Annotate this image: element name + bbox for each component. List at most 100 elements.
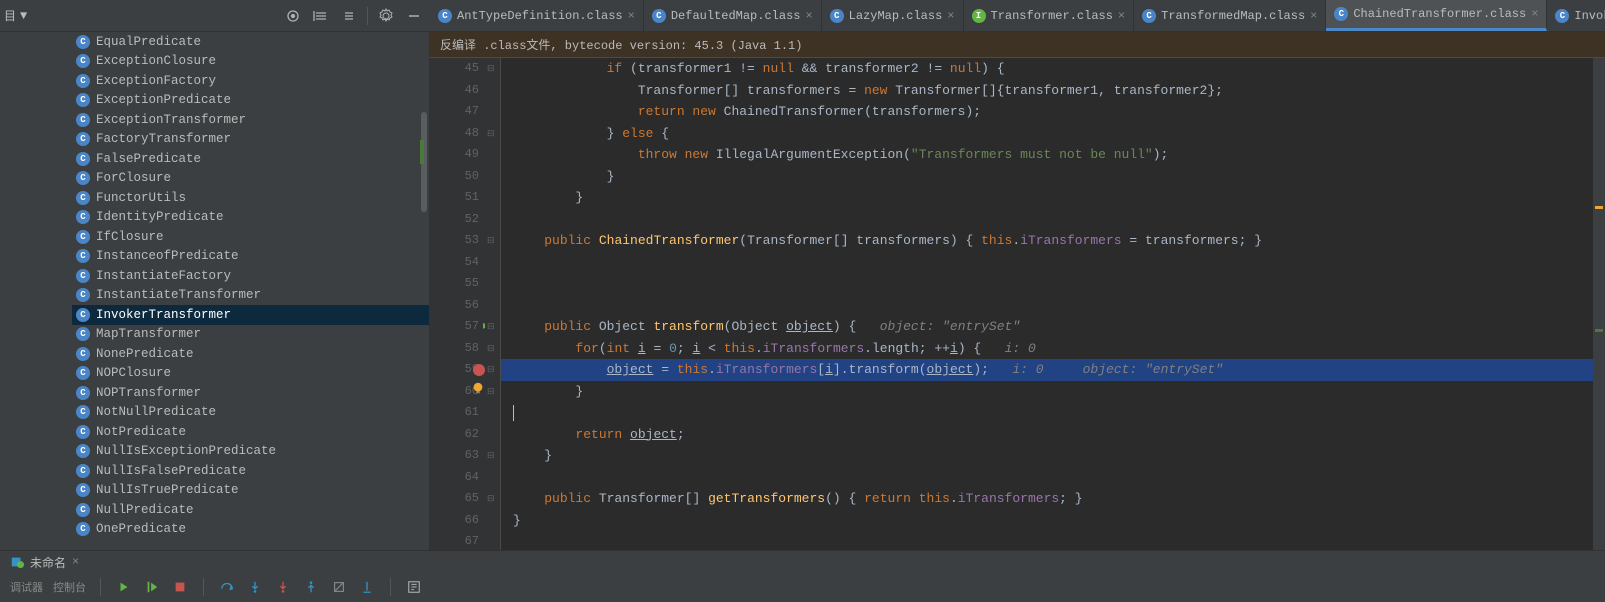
- tree-item[interactable]: CNullIsTruePredicate: [72, 481, 429, 501]
- close-icon[interactable]: ×: [805, 9, 812, 23]
- line-number[interactable]: 53: [430, 230, 479, 252]
- tree-item[interactable]: CNotPredicate: [72, 422, 429, 442]
- code-line[interactable]: [501, 209, 1605, 231]
- step-into-icon[interactable]: [246, 578, 264, 596]
- line-number[interactable]: 65: [430, 488, 479, 510]
- tree-item[interactable]: CInstantiateTransformer: [72, 286, 429, 306]
- tree-item[interactable]: CInvokerTransformer: [72, 305, 429, 325]
- code-line[interactable]: throw new IllegalArgumentException("Tran…: [501, 144, 1605, 166]
- stripe-warning-mark[interactable]: [1595, 206, 1603, 209]
- line-number[interactable]: 63: [430, 445, 479, 467]
- resume-icon[interactable]: [143, 578, 161, 596]
- close-icon[interactable]: ×: [1310, 9, 1317, 23]
- line-number[interactable]: 52: [430, 209, 479, 231]
- tree-item[interactable]: CNullPredicate: [72, 500, 429, 520]
- step-over-icon[interactable]: [218, 578, 236, 596]
- code-line[interactable]: public ChainedTransformer(Transformer[] …: [501, 230, 1605, 252]
- code-line[interactable]: return object;: [501, 424, 1605, 446]
- code-line[interactable]: for(int i = 0; i < this.iTransformers.le…: [501, 338, 1605, 360]
- fold-handle[interactable]: ⊟: [487, 322, 497, 332]
- fold-handle[interactable]: ⊟: [487, 344, 497, 354]
- tree-item[interactable]: CNullIsFalsePredicate: [72, 461, 429, 481]
- tree-item[interactable]: CFalsePredicate: [72, 149, 429, 169]
- line-number[interactable]: 58: [430, 338, 479, 360]
- code-line[interactable]: if (transformer1 != null && transformer2…: [501, 58, 1605, 80]
- fold-handle[interactable]: ⊟: [487, 236, 497, 246]
- tree-item[interactable]: CNotNullPredicate: [72, 403, 429, 423]
- editor-tab[interactable]: CTransformedMap.class×: [1134, 0, 1326, 31]
- run-configuration-tab[interactable]: 未命名 ×: [0, 551, 1605, 573]
- code-line[interactable]: }: [501, 166, 1605, 188]
- fold-column[interactable]: ⊟⊟⊟⊟⊟⊟⊟⊟⊟: [485, 58, 501, 550]
- fold-handle[interactable]: ⊟: [487, 451, 497, 461]
- line-number[interactable]: 64: [430, 467, 479, 489]
- fold-handle[interactable]: ⊟: [487, 365, 497, 375]
- tree-item[interactable]: CExceptionClosure: [72, 52, 429, 72]
- code-line[interactable]: [501, 295, 1605, 317]
- line-number[interactable]: 51: [430, 187, 479, 209]
- editor-tab[interactable]: CInvokerTransformer.×: [1547, 0, 1605, 31]
- line-number[interactable]: 66: [430, 510, 479, 532]
- debugger-tab-label[interactable]: 调试器: [10, 579, 43, 595]
- code-line[interactable]: object = this.iTransformers[i].transform…: [501, 359, 1605, 381]
- breakpoint-icon[interactable]: [473, 364, 485, 376]
- tree-item[interactable]: CFactoryTransformer: [72, 130, 429, 150]
- fold-handle[interactable]: ⊟: [487, 129, 497, 139]
- force-step-into-icon[interactable]: [274, 578, 292, 596]
- expand-all-icon[interactable]: [311, 6, 331, 26]
- tree-item[interactable]: CNOPTransformer: [72, 383, 429, 403]
- line-number[interactable]: 61: [430, 402, 479, 424]
- stripe-edit-mark[interactable]: [1595, 329, 1603, 332]
- tree-item[interactable]: CInstantiateFactory: [72, 266, 429, 286]
- rerun-icon[interactable]: [115, 578, 133, 596]
- tree-item[interactable]: CIfClosure: [72, 227, 429, 247]
- line-number[interactable]: 59: [430, 359, 479, 381]
- line-number[interactable]: 67: [430, 531, 479, 550]
- code-line[interactable]: [501, 273, 1605, 295]
- code-line[interactable]: [501, 402, 1605, 424]
- close-icon[interactable]: ×: [1531, 7, 1538, 21]
- tree-item[interactable]: CExceptionPredicate: [72, 91, 429, 111]
- step-out-icon[interactable]: [302, 578, 320, 596]
- minimize-icon[interactable]: [404, 6, 424, 26]
- line-number[interactable]: 50: [430, 166, 479, 188]
- tree-item[interactable]: CNonePredicate: [72, 344, 429, 364]
- menu-label[interactable]: 目 ▼: [4, 7, 27, 24]
- line-number[interactable]: 48: [430, 123, 479, 145]
- fold-handle[interactable]: ⊟: [487, 64, 497, 74]
- code-line[interactable]: }: [501, 445, 1605, 467]
- project-tree[interactable]: CEqualPredicateCExceptionClosureCExcepti…: [0, 32, 430, 550]
- code-line[interactable]: }: [501, 381, 1605, 403]
- code-line[interactable]: }: [501, 510, 1605, 532]
- close-icon[interactable]: ×: [72, 555, 79, 569]
- editor-tab[interactable]: CAntTypeDefinition.class×: [430, 0, 644, 31]
- line-number[interactable]: 62: [430, 424, 479, 446]
- tree-item[interactable]: CInstanceofPredicate: [72, 247, 429, 267]
- line-number[interactable]: 49: [430, 144, 479, 166]
- code-line[interactable]: return new ChainedTransformer(transforme…: [501, 101, 1605, 123]
- target-icon[interactable]: [283, 6, 303, 26]
- tree-item[interactable]: CExceptionFactory: [72, 71, 429, 91]
- tree-item[interactable]: CEqualPredicate: [72, 32, 429, 52]
- close-icon[interactable]: ×: [947, 9, 954, 23]
- tree-item[interactable]: CMapTransformer: [72, 325, 429, 345]
- code-line[interactable]: Transformer[] transformers = new Transfo…: [501, 80, 1605, 102]
- line-number[interactable]: 54: [430, 252, 479, 274]
- tree-item[interactable]: CNOPClosure: [72, 364, 429, 384]
- editor-tab[interactable]: ITransformer.class×: [964, 0, 1135, 31]
- tree-item[interactable]: CIdentityPredicate: [72, 208, 429, 228]
- code-line[interactable]: }: [501, 187, 1605, 209]
- collapse-all-icon[interactable]: [339, 6, 359, 26]
- gear-icon[interactable]: [376, 6, 396, 26]
- gutter[interactable]: 45464748495051525354555657 ▸585960616263…: [430, 58, 485, 550]
- close-icon[interactable]: ×: [1118, 9, 1125, 23]
- tree-item[interactable]: CForClosure: [72, 169, 429, 189]
- tree-item[interactable]: COnePredicate: [72, 520, 429, 540]
- stop-icon[interactable]: [171, 578, 189, 596]
- run-to-cursor-icon[interactable]: [358, 578, 376, 596]
- line-number[interactable]: 47: [430, 101, 479, 123]
- code-content[interactable]: if (transformer1 != null && transformer2…: [501, 58, 1605, 550]
- fold-handle[interactable]: ⊟: [487, 387, 497, 397]
- editor-tab[interactable]: CLazyMap.class×: [822, 0, 964, 31]
- error-stripe[interactable]: [1593, 58, 1605, 550]
